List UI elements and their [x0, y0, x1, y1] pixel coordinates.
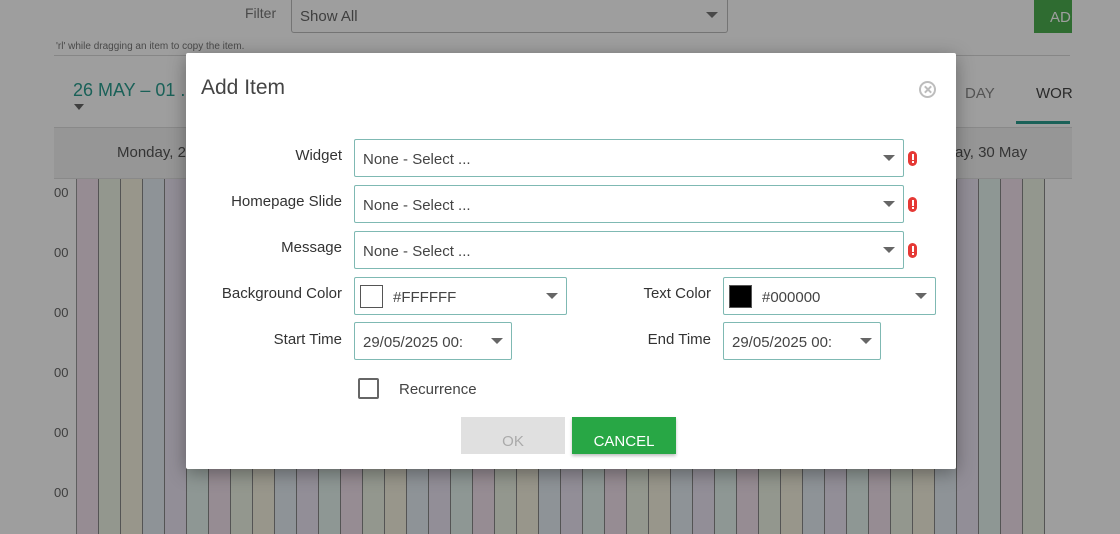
- required-icon: [908, 151, 917, 166]
- chevron-down-icon: [915, 293, 927, 299]
- widget-value: None - Select ...: [363, 151, 471, 168]
- recurrence-label[interactable]: Recurrence: [399, 381, 477, 398]
- text-color-swatch: [729, 285, 752, 308]
- homepage-slide-value: None - Select ...: [363, 197, 471, 214]
- message-label: Message: [281, 239, 342, 256]
- chevron-down-icon: [860, 338, 872, 344]
- cancel-button[interactable]: CANCEL: [572, 417, 676, 454]
- required-icon: [908, 243, 917, 258]
- end-time-picker[interactable]: 29/05/2025 00:: [723, 322, 881, 360]
- chevron-down-icon: [883, 201, 895, 207]
- add-item-dialog: Add Item Widget None - Select ... Homepa…: [186, 53, 956, 469]
- widget-label: Widget: [295, 147, 342, 164]
- close-icon[interactable]: [919, 81, 936, 98]
- homepage-slide-select[interactable]: None - Select ...: [354, 185, 904, 223]
- chevron-down-icon: [883, 247, 895, 253]
- background-color-picker[interactable]: #FFFFFF: [354, 277, 567, 315]
- start-time-label: Start Time: [273, 331, 342, 348]
- message-value: None - Select ...: [363, 243, 471, 260]
- end-time-label: End Time: [647, 331, 711, 348]
- text-color-value: #000000: [762, 289, 821, 306]
- text-color-label: Text Color: [643, 285, 711, 302]
- homepage-slide-label: Homepage Slide: [231, 193, 342, 210]
- chevron-down-icon: [883, 155, 895, 161]
- background-color-swatch: [360, 285, 383, 308]
- chevron-down-icon: [491, 338, 503, 344]
- end-time-value: 29/05/2025 00:: [732, 334, 833, 351]
- background-color-label: Background Color: [221, 285, 342, 302]
- start-time-value: 29/05/2025 00:: [363, 334, 464, 351]
- start-time-picker[interactable]: 29/05/2025 00:: [354, 322, 512, 360]
- required-icon: [908, 197, 917, 212]
- ok-button[interactable]: OK: [461, 417, 565, 454]
- background-color-value: #FFFFFF: [393, 289, 457, 306]
- recurrence-checkbox[interactable]: [358, 378, 379, 399]
- text-color-picker[interactable]: #000000: [723, 277, 936, 315]
- dialog-title: Add Item: [201, 76, 286, 99]
- widget-select[interactable]: None - Select ...: [354, 139, 904, 177]
- message-select[interactable]: None - Select ...: [354, 231, 904, 269]
- chevron-down-icon: [546, 293, 558, 299]
